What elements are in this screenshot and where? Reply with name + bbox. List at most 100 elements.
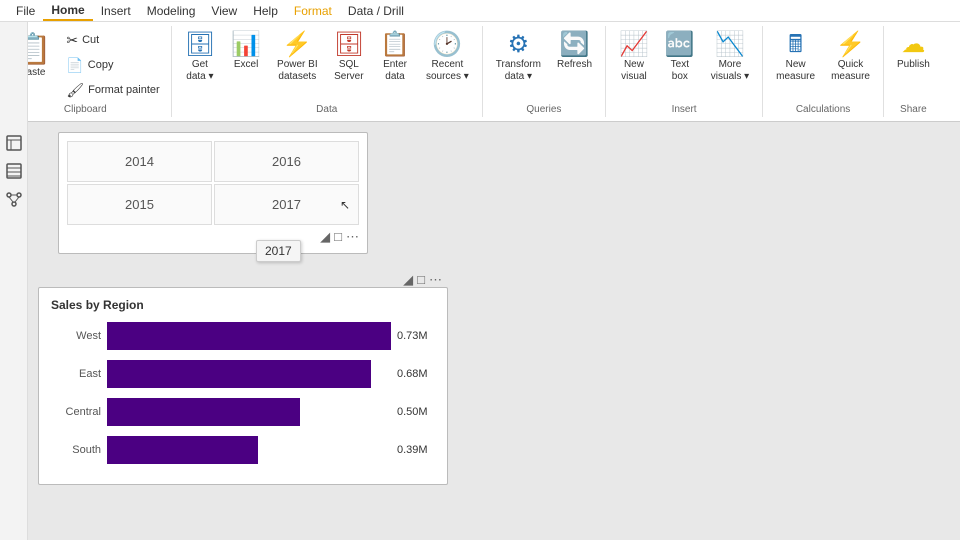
bar-value-east: 0.68M [397,368,435,380]
more-visuals-icon: 📉 [715,33,745,57]
slicer-grid: 2014 2016 2015 2017 ↖ [67,141,359,225]
slicer-more-icon[interactable]: ⋯ [346,229,359,245]
menu-modeling[interactable]: Modeling [139,2,204,20]
recent-sources-icon: 🕑 [432,33,462,57]
data-group-label: Data [316,102,337,115]
refresh-icon: 🔄 [560,33,590,57]
excel-icon: 📊 [231,33,261,57]
bar-row-east: East 0.68M [51,360,435,388]
format-painter-label: Format painter [88,84,160,96]
excel-button[interactable]: 📊 Excel [224,28,268,76]
chart-filter-icon[interactable]: ◢ [403,272,413,288]
bar-fill-central [107,398,300,426]
slicer-focus-icon[interactable]: □ [334,229,342,245]
bar-track-west [107,322,391,350]
new-visual-icon: 📈 [619,33,649,57]
slicer-cell-2017[interactable]: 2017 ↖ [214,184,359,225]
refresh-button[interactable]: 🔄 Refresh [550,28,599,76]
clipboard-group-label: Clipboard [64,102,107,115]
report-view-icon[interactable] [3,132,25,154]
cut-label: Cut [82,34,99,46]
menu-help[interactable]: Help [245,2,286,20]
quick-measure-button[interactable]: ⚡ Quickmeasure [824,28,877,88]
quick-measure-icon: ⚡ [836,33,866,57]
publish-button[interactable]: ☁ Publish [890,28,937,76]
bar-fill-west [107,322,391,350]
ribbon-group-calculations: 🖩 Newmeasure ⚡ Quickmeasure Calculations [763,26,884,117]
bar-label-west: West [51,330,101,342]
menu-format[interactable]: Format [286,2,340,20]
more-visuals-button[interactable]: 📉 Morevisuals ▾ [704,28,756,88]
cut-icon: ✂ [66,32,78,49]
share-group-label: Share [900,102,927,115]
chart-focus-icon[interactable]: □ [417,272,425,288]
slicer-filter-icon[interactable]: ◢ [320,229,330,245]
ribbon-group-insert: 📈 Newvisual 🔤 Textbox 📉 Morevisuals ▾ In… [606,26,763,117]
sql-server-button[interactable]: 🗄 SQLServer [327,28,371,88]
menu-view[interactable]: View [203,2,245,20]
queries-group-label: Queries [526,102,561,115]
copy-label: Copy [88,59,114,71]
chart-body: West 0.73M East 0.68M Central 0.50M [39,318,447,484]
copy-button[interactable]: 📄 Copy [61,54,164,77]
ribbon-group-data: 🗄 Getdata ▾ 📊 Excel ⚡ Power BIdatasets 🗄… [172,26,483,117]
chart-widget: Sales by Region West 0.73M East 0.68M Ce… [38,287,448,485]
slicer-cell-2015[interactable]: 2015 [67,184,212,225]
bar-row-south: South 0.39M [51,436,435,464]
ribbon-group-share: ☁ Publish Share [884,26,943,117]
text-box-button[interactable]: 🔤 Textbox [658,28,702,88]
slicer-widget: 2014 2016 2015 2017 ↖ ◢ □ ⋯ [58,132,368,254]
bar-label-east: East [51,368,101,380]
model-view-icon[interactable] [3,188,25,210]
clipboard-right: ✂ Cut 📄 Copy 🖌 Format painter [61,28,164,102]
bar-track-central [107,398,391,426]
enter-data-button[interactable]: 📋 Enterdata [373,28,417,88]
canvas-area: 2014 2016 2015 2017 ↖ ◢ □ ⋯ 2017 ◢ □ ⋯ S… [28,122,960,540]
text-box-icon: 🔤 [665,33,695,57]
ribbon-group-queries: ⚙ Transformdata ▾ 🔄 Refresh Queries [483,26,606,117]
get-data-button[interactable]: 🗄 Getdata ▾ [178,28,222,88]
bar-label-south: South [51,444,101,456]
transform-icon: ⚙ [508,33,530,57]
slicer-cell-2016[interactable]: 2016 [214,141,359,182]
power-bi-icon: ⚡ [282,33,312,57]
slicer-cell-2014[interactable]: 2014 [67,141,212,182]
menu-datadrill[interactable]: Data / Drill [340,2,412,20]
data-view-icon[interactable] [3,160,25,182]
menu-insert[interactable]: Insert [93,2,139,20]
slicer-toolbar: ◢ □ ⋯ [67,229,359,245]
sql-icon: 🗄 [334,33,364,57]
cut-button[interactable]: ✂ Cut [61,29,164,52]
new-measure-button[interactable]: 🖩 Newmeasure [769,28,822,88]
get-data-icon: 🗄 [185,33,215,57]
bar-fill-south [107,436,258,464]
menu-file[interactable]: File [8,2,43,20]
copy-icon: 📄 [66,57,83,74]
bar-fill-east [107,360,371,388]
ribbon: 📋 Paste ✂ Cut 📄 Copy 🖌 Format painter [0,22,960,122]
bar-value-south: 0.39M [397,444,435,456]
recent-sources-button[interactable]: 🕑 Recentsources ▾ [419,28,476,88]
bar-track-south [107,436,391,464]
format-painter-button[interactable]: 🖌 Format painter [61,79,164,102]
sidebar [0,22,28,540]
bar-row-central: Central 0.50M [51,398,435,426]
enter-data-icon: 📋 [380,33,410,57]
publish-icon: ☁ [901,33,925,57]
menu-bar: File Home Insert Modeling View Help Form… [0,0,960,22]
chart-more-icon[interactable]: ⋯ [429,272,442,288]
new-visual-button[interactable]: 📈 Newvisual [612,28,656,88]
bar-value-west: 0.73M [397,330,435,342]
bar-value-central: 0.50M [397,406,435,418]
new-measure-icon: 🖩 [788,33,802,57]
calculations-group-label: Calculations [796,102,850,115]
slicer-tooltip: 2017 [256,240,301,262]
chart-title: Sales by Region [39,288,447,318]
transform-data-button[interactable]: ⚙ Transformdata ▾ [489,28,548,88]
power-bi-datasets-button[interactable]: ⚡ Power BIdatasets [270,28,325,88]
menu-home[interactable]: Home [43,1,92,21]
bar-label-central: Central [51,406,101,418]
format-painter-icon: 🖌 [66,82,84,99]
bar-track-east [107,360,391,388]
bar-row-west: West 0.73M [51,322,435,350]
